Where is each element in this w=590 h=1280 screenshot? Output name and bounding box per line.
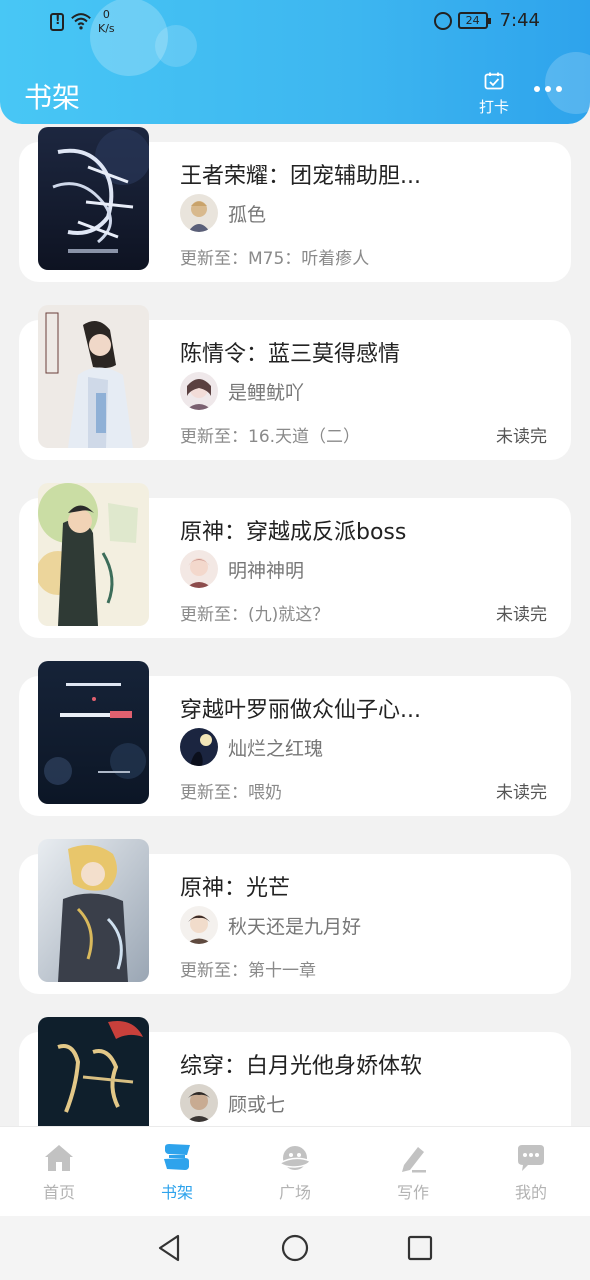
checkin-button[interactable]: 打卡 bbox=[476, 72, 512, 117]
book-title: 原神：光芒 bbox=[180, 876, 291, 901]
tab-square[interactable]: 广场 bbox=[236, 1127, 354, 1216]
recent-apps-icon[interactable] bbox=[404, 1232, 436, 1264]
author-row: 灿烂之红瑰 bbox=[180, 728, 323, 766]
wifi-icon bbox=[71, 13, 91, 30]
author-name: 是鲤鱿吖 bbox=[228, 381, 305, 404]
bookshelf-list[interactable]: 王者荣耀：团宠辅助胆... 孤色 更新至：M75：听着瘆人 陈情令：蓝三莫得感情 bbox=[0, 124, 590, 1126]
book-cover[interactable] bbox=[38, 127, 149, 270]
tab-write[interactable]: 写作 bbox=[354, 1127, 472, 1216]
author-name: 灿烂之红瑰 bbox=[228, 737, 324, 760]
book-title: 陈情令：蓝三莫得感情 bbox=[180, 342, 401, 367]
nfc-icon bbox=[433, 11, 452, 30]
system-nav-bar bbox=[0, 1216, 590, 1280]
calendar-check-icon bbox=[484, 72, 504, 90]
author-name: 明神神明 bbox=[228, 559, 305, 582]
tab-mine[interactable]: 我的 bbox=[472, 1127, 590, 1216]
page-title: 书架 bbox=[24, 81, 81, 114]
book-cover[interactable] bbox=[38, 305, 149, 448]
book-cover[interactable] bbox=[38, 839, 149, 982]
author-row: 明神神明 bbox=[180, 550, 304, 588]
book-cover[interactable] bbox=[38, 661, 149, 804]
planet-icon bbox=[278, 1146, 311, 1170]
tab-label: 广场 bbox=[278, 1183, 311, 1202]
unread-status: 未读完 bbox=[496, 427, 547, 447]
latest-chapter: 更新至：第十一章 bbox=[180, 961, 316, 981]
app-header: 0 K/s 24 7:44 书架 打卡 bbox=[0, 0, 590, 124]
unread-status: 未读完 bbox=[496, 783, 547, 803]
author-name: 秋天还是九月好 bbox=[228, 915, 362, 938]
avatar bbox=[180, 1084, 218, 1122]
network-speed: 0 K/s bbox=[98, 8, 115, 35]
tab-bookshelf[interactable]: 书架 bbox=[118, 1127, 236, 1216]
tab-label: 书架 bbox=[160, 1183, 193, 1202]
latest-chapter: 更新至：M75：听着瘆人 bbox=[180, 249, 370, 269]
tab-label: 写作 bbox=[396, 1183, 429, 1202]
tab-label: 我的 bbox=[514, 1183, 547, 1202]
decor-bubble bbox=[545, 52, 590, 114]
latest-chapter: 更新至：(九)就这？ bbox=[180, 605, 330, 625]
avatar bbox=[180, 906, 218, 944]
book-title: 原神：穿越成反派boss bbox=[180, 520, 407, 545]
status-time: 7:44 bbox=[499, 10, 540, 31]
unread-status: 未读完 bbox=[496, 605, 547, 625]
avatar bbox=[180, 372, 218, 410]
book-cover[interactable] bbox=[38, 1017, 149, 1126]
book-cover[interactable] bbox=[38, 483, 149, 626]
book-title: 综穿：白月光他身娇体软 bbox=[180, 1054, 423, 1079]
battery-icon: 24 bbox=[457, 12, 491, 29]
checkin-label: 打卡 bbox=[478, 98, 509, 116]
pen-icon bbox=[402, 1147, 426, 1173]
book-item[interactable]: 综穿：白月光他身娇体软 顾或七 bbox=[0, 1014, 590, 1126]
avatar bbox=[180, 194, 218, 232]
back-icon[interactable] bbox=[154, 1232, 186, 1264]
book-item[interactable]: 原神：光芒 秋天还是九月好 更新至：第十一章 bbox=[0, 836, 590, 996]
book-item[interactable]: 王者荣耀：团宠辅助胆... 孤色 更新至：M75：听着瘆人 bbox=[0, 124, 590, 284]
avatar bbox=[180, 728, 218, 766]
author-name: 顾或七 bbox=[228, 1093, 286, 1116]
book-item[interactable]: 穿越叶罗丽做众仙子心... 灿烂之红瑰 更新至：喂奶 未读完 bbox=[0, 658, 590, 818]
alert-icon bbox=[50, 13, 64, 31]
tab-label: 首页 bbox=[42, 1183, 75, 1202]
chat-bubble-icon bbox=[518, 1145, 544, 1171]
author-row: 是鲤鱿吖 bbox=[180, 372, 304, 410]
avatar bbox=[180, 550, 218, 588]
author-row: 孤色 bbox=[180, 194, 266, 232]
home-icon bbox=[45, 1145, 73, 1171]
more-dots-icon[interactable] bbox=[534, 86, 562, 92]
bookshelf-icon bbox=[164, 1144, 190, 1170]
author-name: 孤色 bbox=[228, 203, 267, 226]
bottom-tab-bar: 首页 书架 广场 写作 我的 bbox=[0, 1126, 590, 1216]
book-title: 穿越叶罗丽做众仙子心... bbox=[180, 698, 421, 723]
author-row: 顾或七 bbox=[180, 1084, 285, 1122]
book-title: 王者荣耀：团宠辅助胆... bbox=[180, 164, 421, 189]
tab-home[interactable]: 首页 bbox=[0, 1127, 118, 1216]
latest-chapter: 更新至：喂奶 bbox=[180, 783, 282, 803]
book-item[interactable]: 原神：穿越成反派boss 明神神明 更新至：(九)就这？ 未读完 bbox=[0, 480, 590, 640]
status-bar: 0 K/s 24 7:44 bbox=[0, 0, 590, 44]
author-row: 秋天还是九月好 bbox=[180, 906, 361, 944]
book-item[interactable]: 陈情令：蓝三莫得感情 是鲤鱿吖 更新至：16.天道（二） 未读完 bbox=[0, 302, 590, 462]
home-circle-icon[interactable] bbox=[279, 1232, 311, 1264]
latest-chapter: 更新至：16.天道（二） bbox=[180, 427, 361, 447]
